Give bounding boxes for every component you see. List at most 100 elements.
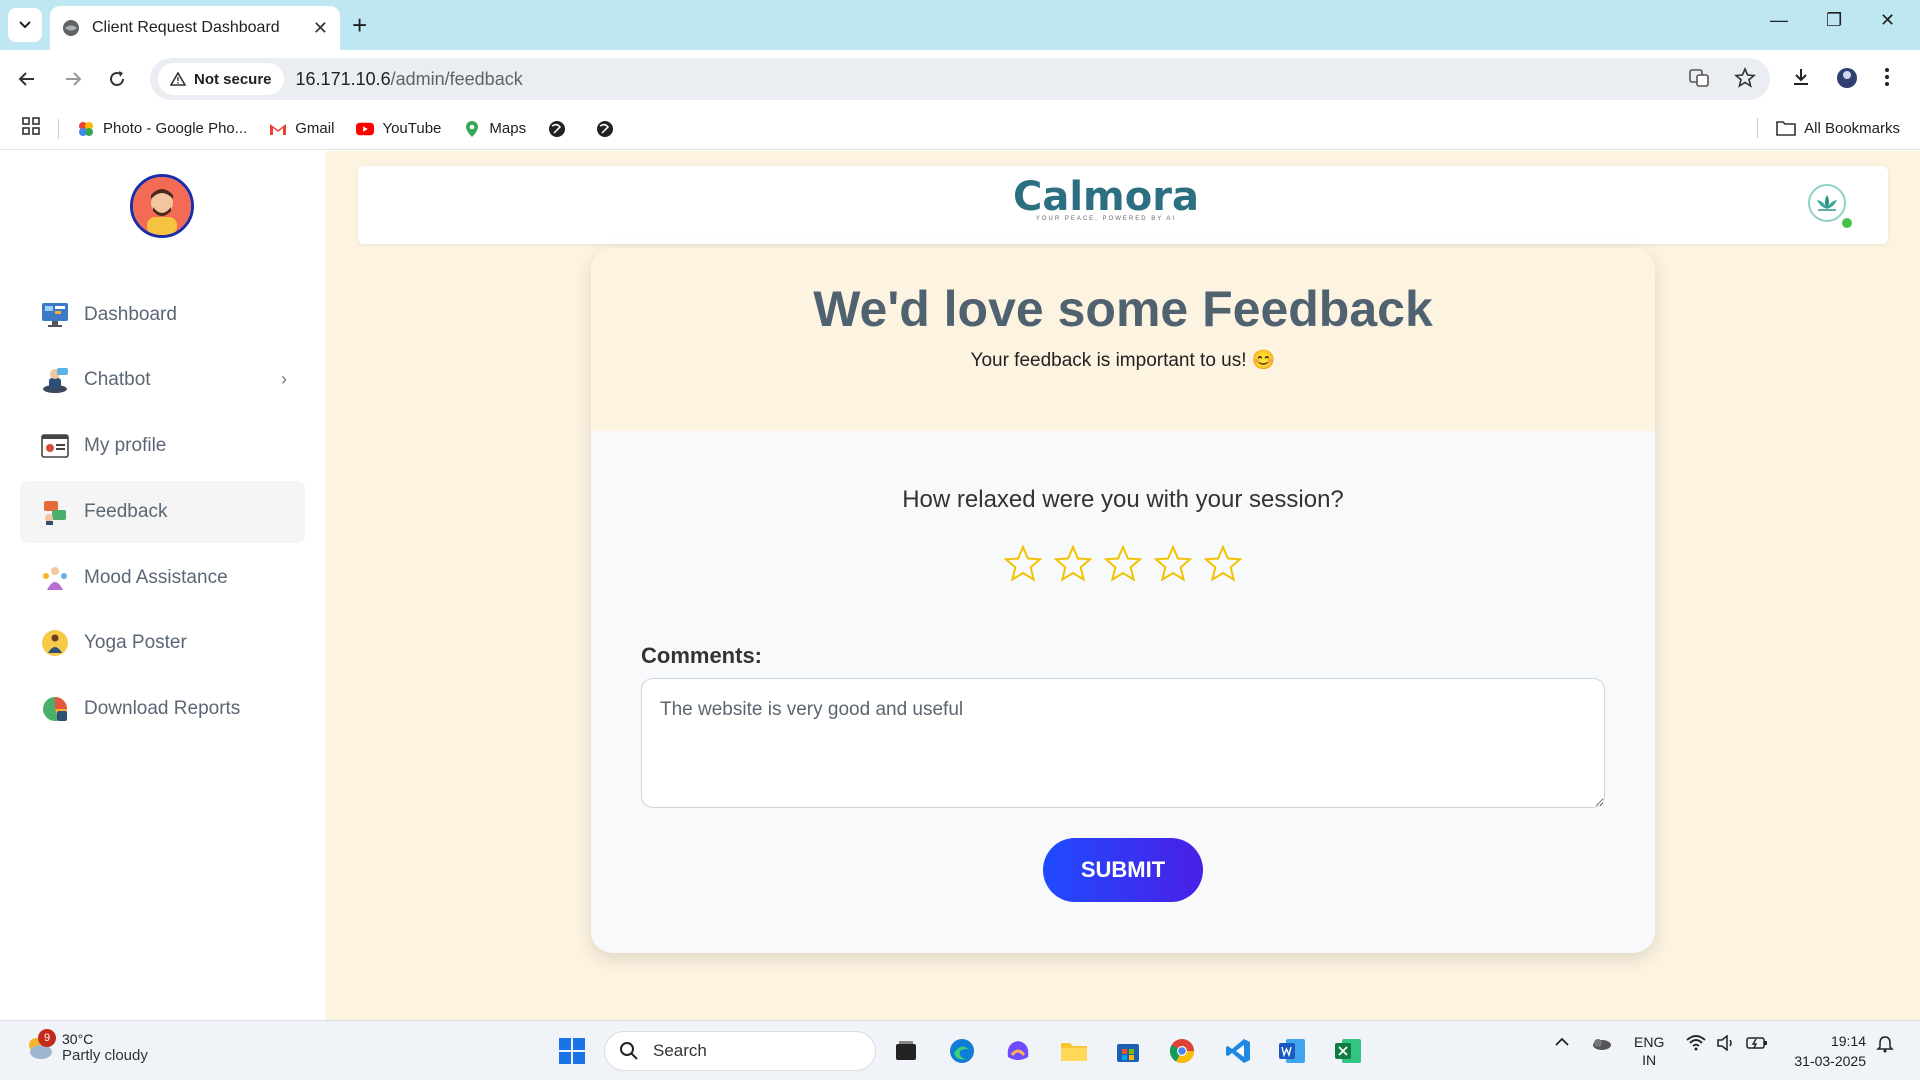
brand-logo[interactable]: Calmora YOUR PEACE, POWERED BY AI xyxy=(1013,174,1199,222)
bookmark-maps[interactable]: Maps xyxy=(463,120,526,138)
comments-label: Comments: xyxy=(641,643,763,668)
lotus-logo-icon[interactable] xyxy=(1808,184,1846,222)
comments-textarea[interactable] xyxy=(641,678,1605,808)
sidebar-item-yoga-poster[interactable]: Yoga Poster xyxy=(20,612,305,674)
close-window-icon[interactable]: ✕ xyxy=(1880,10,1895,31)
url-host: 16.171.10.6 xyxy=(295,68,391,89)
youtube-icon xyxy=(356,120,375,138)
submit-button[interactable]: SUBMIT xyxy=(1043,838,1203,902)
system-clock[interactable]: 19:14 31-03-2025 xyxy=(1794,1031,1866,1071)
star-icon[interactable] xyxy=(1203,544,1243,584)
edge-browser-icon[interactable] xyxy=(946,1035,978,1067)
url-path: /admin/feedback xyxy=(390,68,523,89)
security-indicator[interactable]: Not secure xyxy=(158,63,284,95)
mood-icon xyxy=(40,563,70,593)
bookmark-gmail[interactable]: Gmail xyxy=(269,120,334,138)
sidebar-item-chatbot[interactable]: Chatbot › xyxy=(20,349,305,411)
security-label: Not secure xyxy=(194,70,272,88)
search-placeholder: Search xyxy=(653,1041,707,1060)
chevron-right-icon[interactable]: › xyxy=(281,369,287,390)
restore-icon[interactable]: ❐ xyxy=(1826,10,1842,31)
gmail-icon xyxy=(269,120,287,138)
page-title: We'd love some Feedback xyxy=(813,281,1433,337)
tray-overflow-icon[interactable] xyxy=(1554,1035,1570,1051)
bookmark-globe-1[interactable] xyxy=(548,120,574,138)
star-icon[interactable] xyxy=(1153,544,1193,584)
sidebar-item-my-profile[interactable]: My profile xyxy=(20,415,305,477)
weather-temp: 30°C xyxy=(62,1031,94,1047)
weather-widget[interactable]: 9 30°C Partly cloudy xyxy=(24,1029,148,1064)
bookmarks-bar: Photo - Google Pho... Gmail YouTube Maps… xyxy=(0,108,1920,150)
task-view-icon[interactable] xyxy=(890,1035,922,1067)
profile-avatar-icon[interactable] xyxy=(1836,66,1858,95)
new-tab-button[interactable]: + xyxy=(352,12,367,38)
onedrive-icon[interactable] xyxy=(1590,1035,1612,1054)
minimize-icon[interactable]: — xyxy=(1770,10,1788,31)
region-code: IN xyxy=(1642,1052,1657,1068)
copilot-icon[interactable] xyxy=(1002,1035,1034,1067)
yoga-icon xyxy=(40,628,70,658)
word-icon[interactable] xyxy=(1276,1035,1308,1067)
microsoft-store-icon[interactable] xyxy=(1112,1035,1144,1067)
main-content: Calmora YOUR PEACE, POWERED BY AI We'd l… xyxy=(325,151,1920,1020)
volume-icon[interactable] xyxy=(1716,1034,1736,1054)
battery-icon[interactable] xyxy=(1746,1035,1768,1054)
profile-icon xyxy=(40,431,70,461)
sidebar-item-dashboard[interactable]: Dashboard xyxy=(20,284,305,346)
close-tab-icon[interactable]: ✕ xyxy=(313,18,328,39)
address-bar[interactable]: Not secure 16.171.10.6/admin/feedback xyxy=(150,58,1770,100)
tab-search-button[interactable] xyxy=(8,8,42,42)
url-text[interactable]: 16.171.10.6/admin/feedback xyxy=(296,69,523,90)
chevron-down-icon xyxy=(19,21,31,29)
bookmark-star-icon[interactable] xyxy=(1734,67,1756,89)
sidebar-item-feedback[interactable]: Feedback xyxy=(20,481,305,543)
star-rating xyxy=(591,544,1655,584)
translate-icon[interactable] xyxy=(1688,67,1710,89)
bookmark-google-photos[interactable]: Photo - Google Pho... xyxy=(77,120,247,138)
browser-tab-bar: Client Request Dashboard ✕ + — ❐ ✕ xyxy=(0,0,1920,50)
sidebar-item-label: Mood Assistance xyxy=(84,567,228,588)
bookmark-label: Maps xyxy=(489,120,527,137)
star-icon[interactable] xyxy=(1053,544,1093,584)
page-subtitle: Your feedback is important to us! 😊 xyxy=(970,350,1276,371)
file-explorer-icon[interactable] xyxy=(1058,1035,1090,1067)
vscode-icon[interactable] xyxy=(1222,1035,1254,1067)
feedback-card: We'd love some Feedback Your feedback is… xyxy=(591,248,1655,953)
dashboard-icon xyxy=(40,300,70,330)
sidebar: Dashboard Chatbot › My profile Feedback … xyxy=(0,151,325,1020)
chrome-icon[interactable] xyxy=(1166,1035,1198,1067)
clock-date: 31-03-2025 xyxy=(1794,1053,1866,1069)
wifi-icon[interactable] xyxy=(1686,1035,1706,1054)
bookmark-globe-2[interactable] xyxy=(596,120,622,138)
language-indicator[interactable]: ENG IN xyxy=(1634,1033,1664,1069)
sidebar-item-label: Yoga Poster xyxy=(84,632,187,653)
browser-tab[interactable]: Client Request Dashboard ✕ xyxy=(50,6,340,50)
taskbar-search[interactable]: Search xyxy=(604,1031,876,1071)
reload-icon[interactable] xyxy=(104,66,130,92)
apps-grid-icon[interactable] xyxy=(22,117,40,140)
globe-icon xyxy=(548,120,566,138)
feedback-header xyxy=(591,248,1655,431)
back-icon[interactable] xyxy=(14,66,40,92)
all-bookmarks[interactable]: All Bookmarks xyxy=(1757,118,1900,138)
sidebar-item-mood-assistance[interactable]: Mood Assistance xyxy=(20,547,305,609)
sidebar-item-download-reports[interactable]: Download Reports xyxy=(20,678,305,740)
weather-desc: Partly cloudy xyxy=(62,1047,148,1064)
bookmark-youtube[interactable]: YouTube xyxy=(356,120,441,138)
forward-icon[interactable] xyxy=(60,66,86,92)
download-icon[interactable] xyxy=(1790,66,1812,93)
windows-start-icon[interactable] xyxy=(556,1035,588,1067)
sidebar-item-label: My profile xyxy=(84,435,167,456)
app-header: Calmora YOUR PEACE, POWERED BY AI xyxy=(358,166,1888,244)
avatar[interactable] xyxy=(130,174,194,238)
app-container: Dashboard Chatbot › My profile Feedback … xyxy=(0,151,1920,1020)
reports-icon xyxy=(40,694,70,724)
excel-icon[interactable] xyxy=(1332,1035,1364,1067)
star-icon[interactable] xyxy=(1103,544,1143,584)
star-icon[interactable] xyxy=(1003,544,1043,584)
notifications-icon[interactable] xyxy=(1876,1035,1894,1056)
menu-kebab-icon[interactable] xyxy=(1884,66,1890,93)
brand-name: Calmora xyxy=(1013,174,1199,220)
weather-alert-badge: 9 xyxy=(38,1029,56,1047)
warning-icon xyxy=(170,72,186,86)
